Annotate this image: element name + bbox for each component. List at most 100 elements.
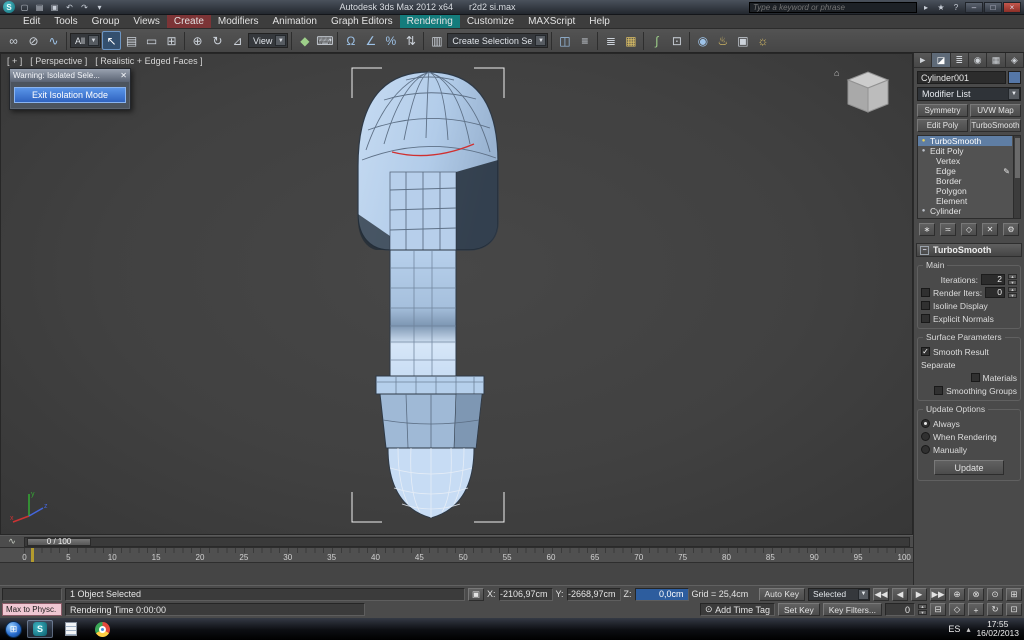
reference-coordinate-dropdown[interactable]: View ▼ [248, 33, 289, 48]
window-crossing-icon[interactable]: ⊞ [162, 31, 181, 50]
go-to-end-button[interactable]: ▶▶ [930, 587, 946, 601]
angle-snap-icon[interactable]: ∠ [361, 31, 380, 50]
menu-modifiers[interactable]: Modifiers [211, 15, 266, 28]
spinner-snap-icon[interactable]: ⇅ [401, 31, 420, 50]
scrollbar-thumb[interactable] [1015, 138, 1020, 178]
taskbar-3dsmax-icon[interactable]: S [27, 620, 53, 638]
pan-view-icon[interactable]: + [968, 603, 984, 617]
search-go-icon[interactable]: ▸ [920, 2, 932, 13]
update-manually-radio[interactable] [921, 445, 930, 454]
materials-checkbox[interactable] [970, 373, 980, 382]
render-setup-icon[interactable]: ♨ [713, 31, 732, 50]
infocenter-star-icon[interactable]: ★ [935, 2, 947, 13]
model-cylinder001[interactable] [336, 64, 521, 534]
selection-lock-toggle[interactable]: ▣ [468, 587, 484, 601]
orbit-icon[interactable]: ↻ [987, 603, 1003, 617]
close-button[interactable]: × [1003, 1, 1021, 13]
viewport-menu-plus[interactable]: [ + ] [7, 56, 22, 66]
perspective-viewport[interactable]: [ + ] [ Perspective ] [ Realistic + Edge… [0, 53, 913, 535]
pin-stack-icon[interactable]: ∗ [919, 223, 935, 236]
tab-motion[interactable]: ◉ [968, 53, 988, 67]
unlink-selection-icon[interactable]: ⊘ [24, 31, 43, 50]
spin-up-icon[interactable]: ▲ [1008, 287, 1017, 292]
menu-customize[interactable]: Customize [460, 15, 521, 28]
smoothing-groups-checkbox[interactable] [934, 386, 944, 395]
modifier-button-symmetry[interactable]: Symmetry [917, 104, 968, 117]
object-name-field[interactable]: Cylinder001 [917, 71, 1006, 84]
modifier-onoff-bulb-icon[interactable]: ● [920, 208, 927, 214]
redo-icon[interactable]: ↷ [78, 1, 91, 13]
iterations-spinner[interactable]: ▲ ▼ [1008, 274, 1017, 285]
modifier-stack-subobject[interactable]: Vertex [918, 156, 1012, 166]
layer-manager-icon[interactable]: ≣ [601, 31, 620, 50]
viewport-shading-label[interactable]: [ Realistic + Edged Faces ] [95, 56, 202, 66]
coord-y-field[interactable]: -2668,97cm [566, 587, 621, 601]
menu-group[interactable]: Group [85, 15, 127, 28]
smooth-result-checkbox[interactable]: ✓ [921, 347, 930, 356]
isoline-display-checkbox[interactable] [921, 301, 930, 310]
time-slider-track[interactable]: 0 / 100 [24, 536, 910, 547]
rectangular-selection-region-icon[interactable]: ▭ [142, 31, 161, 50]
max-logo-icon[interactable]: S [3, 1, 15, 13]
keyboard-shortcut-override-icon[interactable]: ⌨ [315, 31, 334, 50]
modifier-stack-subobject[interactable]: Edge ✎ [918, 166, 1012, 176]
time-configuration-icon[interactable]: ⊟ [930, 603, 946, 617]
maxscript-listener-line[interactable] [2, 587, 62, 601]
graphite-ribbon-icon[interactable]: ▦ [621, 31, 640, 50]
spin-up-icon[interactable]: ▲ [918, 604, 927, 610]
stack-scrollbar[interactable] [1013, 136, 1020, 218]
zoom-icon[interactable]: ⊕ [949, 587, 965, 601]
modifier-button-turbosmooth[interactable]: TurboSmooth [970, 119, 1021, 132]
warning-dialog-titlebar[interactable]: Warning: Isolated Sele... ✕ [10, 69, 130, 82]
set-key-button[interactable]: Set Key [777, 603, 820, 617]
material-editor-icon[interactable]: ◉ [693, 31, 712, 50]
named-selection-sets-dropdown[interactable]: Create Selection Se ▼ [447, 33, 549, 48]
tab-create[interactable]: ► [914, 53, 933, 67]
spin-down-icon[interactable]: ▼ [918, 610, 927, 616]
render-iters-spinner[interactable]: ▲ ▼ [1008, 287, 1017, 298]
time-slider-handle[interactable]: 0 / 100 [27, 537, 91, 546]
select-and-move-icon[interactable]: ⊕ [188, 31, 207, 50]
track-bar[interactable]: 0 5 10 15 20 25 30 35 40 45 50 55 60 65 70 75 80 85 90 95 10… [0, 547, 913, 563]
modifier-stack-subobject[interactable]: Element [918, 196, 1012, 206]
edit-named-selection-sets-icon[interactable]: ▥ [427, 31, 446, 50]
key-selection-dropdown[interactable]: Selected ▼ [808, 587, 870, 601]
warning-close-icon[interactable]: ✕ [120, 71, 127, 80]
field-of-view-icon[interactable]: ◇ [949, 603, 965, 617]
update-button[interactable]: Update [934, 460, 1004, 475]
schematic-view-icon[interactable]: ⊡ [667, 31, 686, 50]
tab-hierarchy[interactable]: ≣ [950, 53, 969, 67]
search-input[interactable] [749, 1, 917, 13]
update-always-radio[interactable] [921, 419, 930, 428]
menu-help[interactable]: Help [582, 15, 617, 28]
iterations-field[interactable]: 2 [981, 274, 1005, 285]
modifier-stack-subobject[interactable]: Polygon [918, 186, 1012, 196]
tab-display[interactable]: ▦ [987, 53, 1006, 67]
spin-down-icon[interactable]: ▼ [1008, 293, 1017, 298]
select-and-rotate-icon[interactable]: ↻ [208, 31, 227, 50]
taskbar-chrome-icon[interactable] [89, 620, 115, 638]
modifier-stack-item[interactable]: ● Edit Poly [918, 146, 1012, 156]
taskbar-document-icon[interactable] [58, 620, 84, 638]
menu-views[interactable]: Views [126, 15, 167, 28]
taskbar-clock[interactable]: 17:55 16/02/2013 [976, 620, 1019, 638]
menu-tools[interactable]: Tools [47, 15, 84, 28]
select-and-link-icon[interactable]: ∞ [4, 31, 23, 50]
open-file-icon[interactable]: ▤ [33, 1, 46, 13]
modifier-stack-item[interactable]: ● Cylinder [918, 206, 1012, 216]
select-by-name-icon[interactable]: ▤ [122, 31, 141, 50]
maximize-button[interactable]: □ [984, 1, 1002, 13]
start-button[interactable]: ⊞ [5, 620, 22, 638]
show-end-result-icon[interactable]: ≍ [940, 223, 956, 236]
remove-modifier-icon[interactable]: ✕ [982, 223, 998, 236]
modifier-list-dropdown[interactable]: Modifier List ▼ [917, 87, 1021, 101]
auto-key-button[interactable]: Auto Key [758, 587, 805, 601]
spin-down-icon[interactable]: ▼ [1008, 280, 1017, 285]
language-indicator[interactable]: ES [948, 624, 960, 634]
frame-spinner[interactable]: ▲ ▼ [918, 604, 927, 616]
modifier-onoff-bulb-icon[interactable]: ● [920, 148, 927, 154]
select-object-icon[interactable]: ↖ [102, 31, 122, 50]
select-and-manipulate-icon[interactable]: ◆ [295, 31, 314, 50]
open-mini-curve-editor-icon[interactable]: ∿ [3, 536, 21, 547]
render-production-icon[interactable]: ☼ [753, 31, 772, 50]
